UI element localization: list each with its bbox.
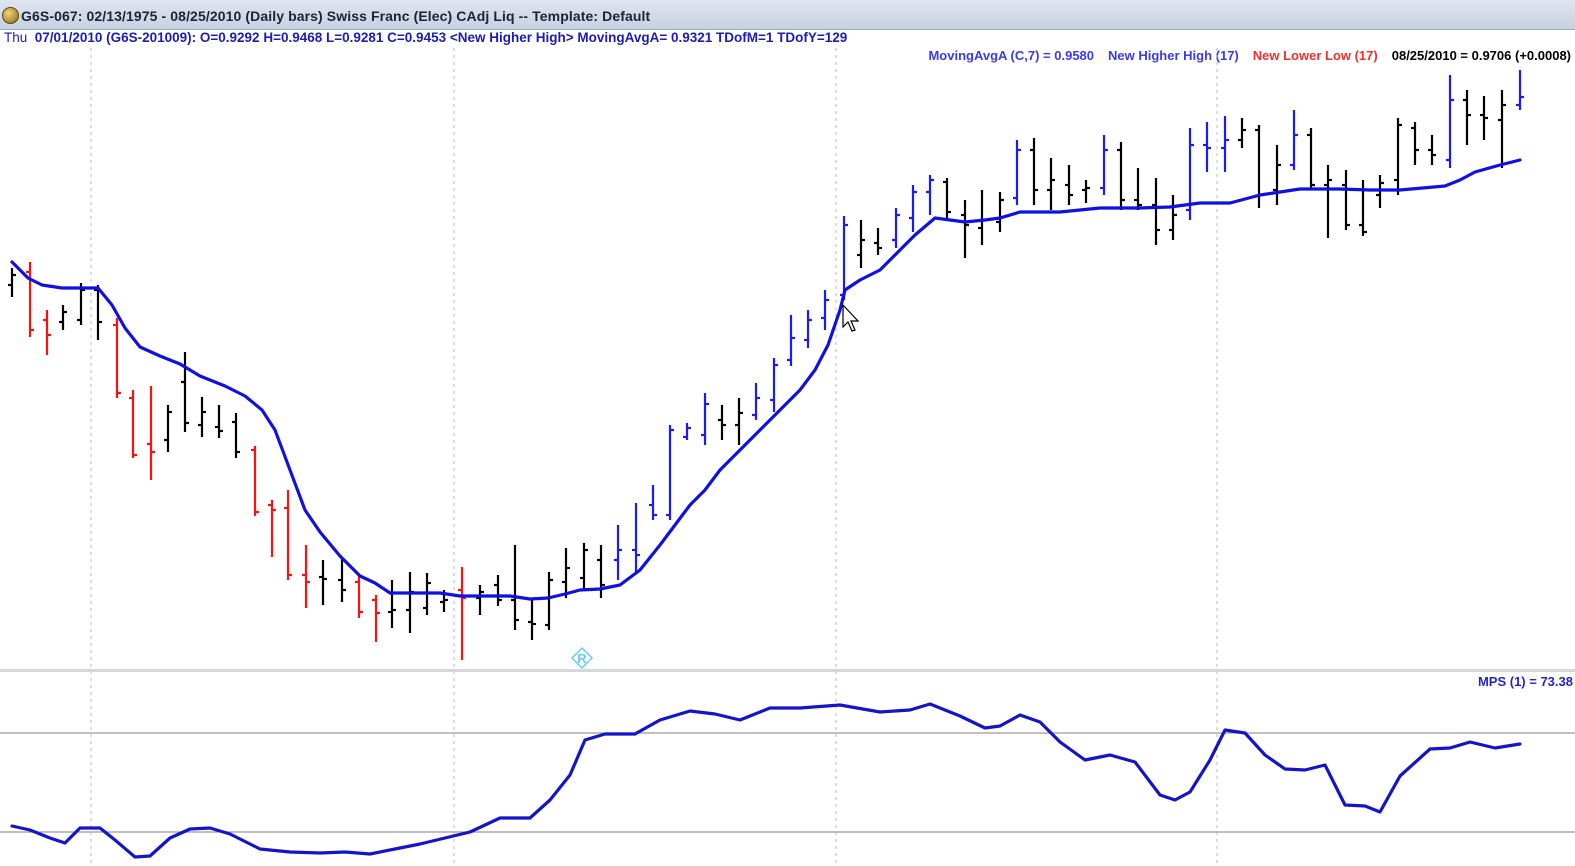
mouse-cursor-icon xyxy=(842,303,860,332)
annotation-marker-0: R xyxy=(570,646,594,670)
ohlc-bar-14 xyxy=(251,446,259,516)
ohlc-bar-33 xyxy=(580,543,588,590)
ohlc-bar-74 xyxy=(1290,110,1298,170)
ohlc-bar-61 xyxy=(1065,165,1073,205)
ohlc-bar-32 xyxy=(562,548,570,598)
ohlc-bar-87 xyxy=(1516,70,1524,110)
indicator-lines xyxy=(10,158,1522,859)
ohlc-bar-12 xyxy=(215,405,223,438)
mps-indicator-label: MPS (1) = 73.38 xyxy=(1477,674,1573,689)
ohlc-bar-58 xyxy=(1013,140,1021,205)
ohlc-bar-1 xyxy=(26,262,34,337)
ohlc-bar-35 xyxy=(614,525,622,580)
ohlc-bar-6 xyxy=(113,318,121,398)
ohlc-bar-40 xyxy=(701,393,709,445)
ohlc-bar-42 xyxy=(735,398,743,445)
ohlc-bar-86 xyxy=(1498,90,1506,168)
ohlc-bar-62 xyxy=(1082,180,1090,203)
moving-avg-line xyxy=(10,158,1522,601)
ohlc-bar-13 xyxy=(232,413,240,458)
ohlc-bar-75 xyxy=(1307,128,1315,190)
ohlc-bar-70 xyxy=(1221,116,1229,172)
ohlc-bar-81 xyxy=(1411,122,1419,165)
annotation-label: R xyxy=(577,651,587,666)
ohlc-bar-23 xyxy=(406,572,414,633)
ohlc-bar-43 xyxy=(752,383,760,420)
ohlc-bar-2 xyxy=(43,310,51,355)
ohlc-bars xyxy=(8,70,1524,660)
ohlc-bar-73 xyxy=(1273,145,1281,205)
ohlc-bar-3 xyxy=(59,305,67,330)
ohlc-bar-54 xyxy=(943,178,951,220)
ohlc-bar-16 xyxy=(284,490,292,580)
ohlc-bar-63 xyxy=(1100,135,1108,195)
ohlc-bar-82 xyxy=(1428,135,1436,165)
ohlc-bar-46 xyxy=(804,310,812,348)
ohlc-bar-36 xyxy=(632,503,640,572)
ohlc-bar-49 xyxy=(857,220,865,268)
ohlc-bar-65 xyxy=(1134,168,1142,210)
ohlc-bar-21 xyxy=(372,595,380,642)
ohlc-bar-30 xyxy=(528,598,536,640)
ohlc-bar-28 xyxy=(494,575,502,606)
ohlc-bar-77 xyxy=(1342,170,1350,230)
ohlc-bar-50 xyxy=(874,228,882,255)
ohlc-bar-56 xyxy=(978,190,986,245)
ohlc-bar-53 xyxy=(926,175,934,215)
ohlc-bar-66 xyxy=(1152,178,1160,245)
ohlc-bar-85 xyxy=(1480,96,1488,140)
pane-divider[interactable] xyxy=(0,669,1575,672)
ohlc-bar-9 xyxy=(164,405,172,452)
chart-annotations: R xyxy=(570,646,594,670)
ohlc-bar-67 xyxy=(1169,195,1177,240)
ohlc-bar-29 xyxy=(511,545,519,630)
ohlc-bar-47 xyxy=(821,290,829,330)
ohlc-bar-11 xyxy=(198,397,206,437)
ohlc-bar-39 xyxy=(683,423,691,440)
ohlc-bar-0 xyxy=(8,268,16,297)
ohlc-bar-55 xyxy=(961,200,969,258)
ohlc-bar-19 xyxy=(338,558,346,602)
ohlc-bar-17 xyxy=(302,545,310,608)
ohlc-bar-41 xyxy=(718,405,726,440)
ohlc-bar-26 xyxy=(458,567,466,660)
ohlc-bar-8 xyxy=(147,386,155,480)
ohlc-bar-60 xyxy=(1047,158,1055,210)
ohlc-bar-45 xyxy=(787,315,795,366)
ohlc-bar-76 xyxy=(1324,165,1332,238)
ohlc-bar-44 xyxy=(770,358,778,412)
ohlc-bar-51 xyxy=(892,208,900,248)
ohlc-bar-69 xyxy=(1203,122,1211,172)
ohlc-bar-18 xyxy=(319,560,327,605)
ohlc-bar-80 xyxy=(1394,118,1402,195)
mps-indicator-line xyxy=(10,702,1522,859)
price-chart[interactable]: R xyxy=(0,0,1575,866)
ohlc-bar-27 xyxy=(476,585,484,615)
ohlc-bar-15 xyxy=(268,500,276,557)
ohlc-bar-22 xyxy=(388,580,396,628)
ohlc-bar-31 xyxy=(545,572,553,630)
ohlc-bar-52 xyxy=(909,185,917,232)
ohlc-bar-83 xyxy=(1446,75,1454,168)
ohlc-bar-71 xyxy=(1238,118,1246,148)
ohlc-bar-38 xyxy=(666,425,674,520)
ohlc-bar-37 xyxy=(649,485,657,520)
ohlc-bar-7 xyxy=(129,390,137,458)
ohlc-bar-57 xyxy=(996,192,1004,232)
ohlc-bar-84 xyxy=(1463,90,1471,145)
ohlc-bar-20 xyxy=(355,575,363,618)
ohlc-bar-64 xyxy=(1117,142,1125,210)
ohlc-bar-59 xyxy=(1030,138,1038,205)
